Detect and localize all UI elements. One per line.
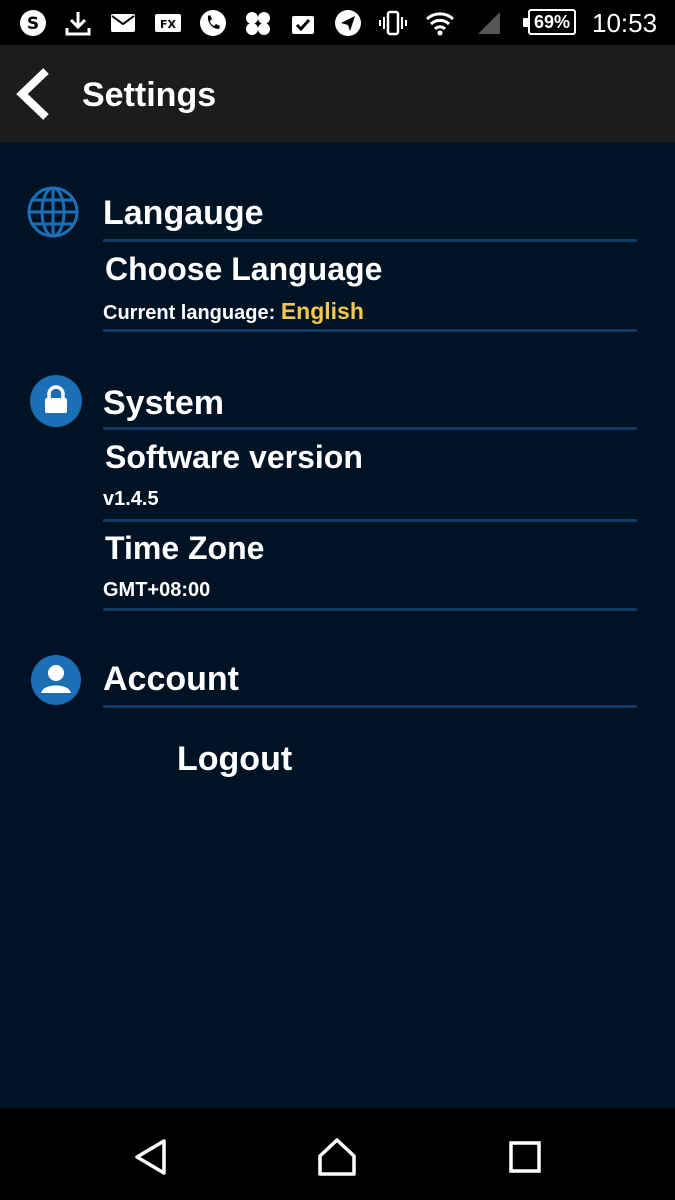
- fx-icon: FX: [151, 6, 185, 40]
- send-icon: [331, 6, 365, 40]
- divider: [103, 239, 637, 242]
- current-language-value: English: [280, 298, 364, 324]
- svg-text:S: S: [27, 14, 39, 34]
- divider: [103, 329, 637, 332]
- nav-recents-button[interactable]: [500, 1132, 550, 1182]
- choose-language-label: Choose Language: [105, 251, 383, 287]
- back-button[interactable]: [8, 67, 58, 121]
- divider: [103, 608, 637, 611]
- settings-content: Langauge Choose Language Current languag…: [0, 142, 675, 1108]
- software-version-label: Software version: [105, 439, 363, 475]
- skype-icon: S: [16, 6, 50, 40]
- divider: [103, 519, 637, 522]
- page-title: Settings: [82, 76, 217, 114]
- navigation-bar: [0, 1108, 675, 1200]
- checklist-icon: [286, 6, 320, 40]
- divider: [103, 427, 637, 430]
- clock: 10:53: [592, 8, 658, 38]
- square-icon: [509, 1141, 541, 1173]
- app-bar: Settings: [0, 45, 675, 142]
- time-zone-value: GMT+08:00: [103, 579, 211, 601]
- back-arrow-icon: [16, 68, 49, 120]
- divider: [103, 705, 637, 708]
- svg-text:FX: FX: [160, 18, 177, 31]
- triangle-back-icon: [135, 1139, 166, 1175]
- download-icon: [61, 6, 95, 40]
- home-icon: [318, 1138, 356, 1176]
- nav-back-button[interactable]: [127, 1132, 177, 1182]
- signal-icon: [472, 6, 506, 40]
- vibrate-icon: [376, 6, 410, 40]
- system-section-title: System: [103, 384, 224, 422]
- mail-icon: [106, 6, 140, 40]
- language-section-title: Langauge: [103, 194, 264, 232]
- battery-indicator: 69%: [523, 9, 576, 35]
- logout-button[interactable]: Logout: [177, 739, 292, 779]
- wifi-icon: [423, 6, 457, 40]
- lock-icon: [29, 374, 83, 428]
- phone-icon: [196, 6, 230, 40]
- software-version-value: v1.4.5: [103, 488, 159, 510]
- nav-home-button[interactable]: [312, 1132, 362, 1182]
- app-icon: [241, 6, 275, 40]
- globe-icon: [26, 185, 80, 239]
- current-language-label: Current language:: [103, 302, 276, 324]
- user-icon: [29, 653, 83, 707]
- current-language: Current language: English: [103, 299, 364, 325]
- time-zone-label: Time Zone: [105, 530, 265, 566]
- status-bar: S FX 69% 10:53: [0, 0, 675, 45]
- account-section-title: Account: [103, 660, 239, 698]
